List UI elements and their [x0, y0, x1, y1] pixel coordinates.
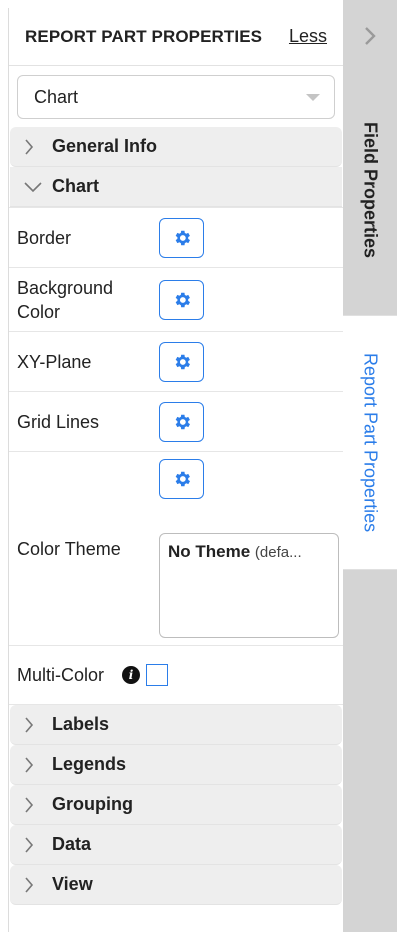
panel-title: REPORT PART PROPERTIES	[25, 26, 263, 46]
prop-xy-plane: XY-Plane	[9, 331, 343, 391]
page-edge	[397, 0, 417, 932]
prop-border: Border	[9, 207, 343, 267]
part-selector-value: Chart	[34, 86, 79, 107]
chevron-right-icon	[24, 796, 52, 813]
border-settings-button[interactable]	[159, 217, 204, 258]
section-label: General Info	[52, 136, 158, 156]
section-label: Legends	[52, 754, 127, 774]
background-color-settings-button[interactable]	[159, 279, 204, 320]
chevron-right-icon	[24, 756, 52, 773]
prop-label: Grid Lines	[17, 411, 100, 432]
section-label: Data	[52, 834, 92, 854]
color-theme-settings-button[interactable]	[159, 459, 204, 499]
tab-label: Report Part Properties	[360, 352, 381, 533]
section-legends[interactable]: Legends	[10, 745, 342, 785]
prop-multi-color: Multi-Color i	[9, 645, 343, 705]
gear-icon	[175, 354, 190, 369]
section-chart[interactable]: Chart	[10, 167, 342, 207]
section-view[interactable]: View	[10, 865, 342, 905]
gear-icon	[175, 414, 190, 429]
gear-icon	[175, 471, 190, 487]
tab-report-part-properties[interactable]: Report Part Properties	[343, 315, 397, 570]
section-label: View	[52, 874, 93, 894]
section-label: Grouping	[52, 794, 133, 814]
gear-icon	[175, 292, 190, 307]
info-icon[interactable]: i	[122, 666, 141, 684]
prop-grid-lines: Grid Lines	[9, 391, 343, 451]
color-theme-option-suffix: (defa...	[254, 544, 302, 561]
part-selector-dropdown[interactable]: Chart	[17, 75, 335, 119]
multi-color-checkbox[interactable]	[146, 664, 169, 686]
side-tab-rail: Field Properties Report Part Properties	[343, 0, 397, 932]
tab-label: Field Properties	[360, 121, 381, 259]
prop-label: Multi-Color	[17, 665, 105, 685]
part-selector-wrap: Chart	[9, 66, 343, 127]
chevron-down-icon	[24, 181, 52, 193]
section-grouping[interactable]: Grouping	[10, 785, 342, 825]
chevron-right-icon	[24, 716, 52, 733]
panel-header: REPORT PART PROPERTIES Less	[9, 8, 343, 66]
chevron-right-icon	[24, 836, 52, 853]
color-theme-option[interactable]: No Theme	[168, 542, 250, 561]
prop-label: XY-Plane	[17, 351, 92, 372]
chevron-right-icon	[24, 138, 52, 155]
section-label: Chart	[52, 176, 100, 196]
chevron-right-icon	[24, 876, 52, 893]
xy-plane-settings-button[interactable]	[159, 341, 204, 382]
prop-color-theme: Color Theme No Theme (defa...	[9, 451, 343, 645]
color-theme-listbox[interactable]: No Theme (defa...	[159, 533, 339, 638]
chevron-right-icon[interactable]	[364, 26, 376, 51]
less-link[interactable]: Less	[289, 26, 327, 47]
tab-field-properties[interactable]: Field Properties	[343, 65, 397, 315]
section-general-info[interactable]: General Info	[10, 127, 342, 167]
prop-label: Color Theme	[17, 539, 121, 559]
section-labels[interactable]: Labels	[10, 705, 342, 745]
grid-lines-settings-button[interactable]	[159, 401, 204, 442]
caret-down-icon	[306, 93, 320, 101]
report-part-properties-panel: REPORT PART PROPERTIES Less Chart Genera…	[8, 8, 343, 932]
section-label: Labels	[52, 714, 110, 734]
prop-label: Background Color	[17, 277, 114, 322]
gear-icon	[175, 230, 190, 245]
prop-label: Border	[17, 227, 72, 248]
section-data[interactable]: Data	[10, 825, 342, 865]
prop-background-color: Background Color	[9, 267, 343, 331]
